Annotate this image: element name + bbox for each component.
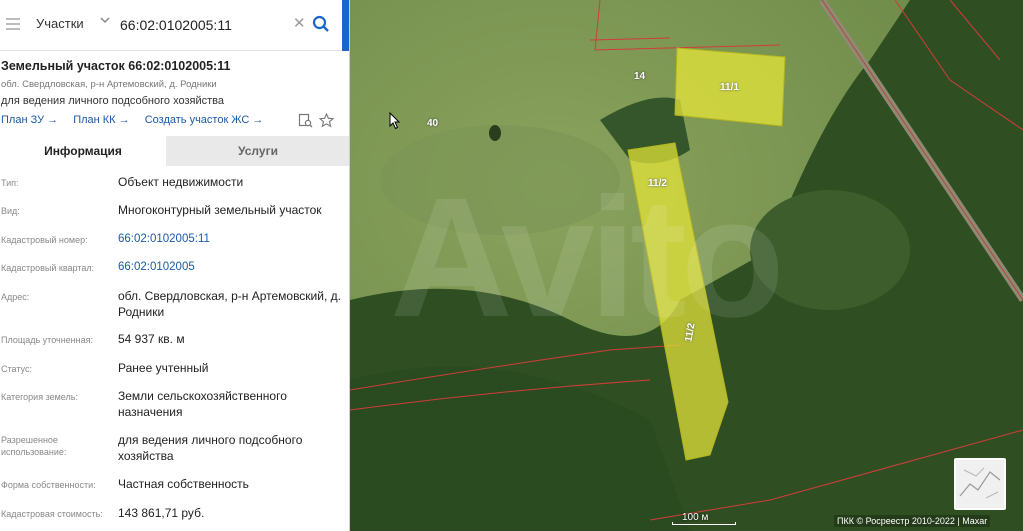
row-label-address: Адрес: [1, 292, 30, 302]
row-label-ownership: Форма собственности: [1, 480, 96, 490]
map-view[interactable]: Avito 11/1 11/2 11/2 14 40 100 м ПКК © Р… [350, 0, 1023, 531]
cursor-icon [389, 111, 401, 135]
minimap-thumbnail[interactable] [954, 458, 1006, 510]
print-search-icon[interactable] [298, 113, 313, 128]
map-ref-label: 14 [634, 71, 646, 82]
search-icon[interactable] [312, 15, 330, 33]
row-label-land-category: Категория земель: [1, 392, 78, 402]
chevron-down-icon[interactable] [99, 14, 111, 29]
row-value-permitted-use: для ведения личного подсобного хозяйства [118, 433, 303, 463]
row-value-land-category: Земли сельскохозяйственного назначения [118, 389, 287, 419]
row-label-cadastral-value: Кадастровая стоимость: [1, 509, 103, 519]
parcel-title: Земельный участок 66:02:0102005:11 [1, 59, 231, 73]
satellite-imagery [350, 0, 1023, 531]
row-value-cadastral-value: 143 861,71 руб. [118, 506, 205, 520]
close-icon[interactable]: ✕ [293, 14, 306, 32]
parcel-label: 11/2 [648, 178, 667, 189]
row-value-address: обл. Свердловская, р-н Артемовский, д. Р… [118, 289, 341, 319]
collapse-panel-button[interactable] [342, 0, 349, 51]
layer-select[interactable]: Участки [36, 16, 84, 31]
parcel-label: 11/1 [720, 82, 739, 93]
row-value-status: Ранее учтенный [118, 361, 209, 375]
row-value-cadastral-quarter[interactable]: 66:02:0102005 [118, 259, 343, 275]
search-input[interactable] [120, 13, 290, 37]
scale-bar: 100 м [672, 512, 736, 526]
create-zhs-link[interactable]: Создать участок ЖС → [145, 114, 264, 126]
scale-line [672, 522, 736, 525]
tab-services[interactable]: Услуги [166, 136, 349, 166]
row-value-cadastral-number[interactable]: 66:02:0102005:11 [118, 231, 343, 247]
search-bar: Участки ✕ [0, 0, 341, 51]
panel-tabs: Информация Услуги [0, 136, 349, 166]
row-label-status: Статус: [1, 364, 32, 374]
star-icon[interactable] [318, 112, 335, 128]
map-attribution[interactable]: ПКК © Росреестр 2010-2022 | Maxar [834, 515, 991, 527]
row-label-permitted-use: Разрешенное использование: [1, 435, 67, 457]
row-label-cadastral-quarter: Кадастровый квартал: [1, 263, 95, 273]
row-label-cadastral-number: Кадастровый номер: [1, 235, 88, 245]
parcel-purpose: для ведения личного подсобного хозяйства [1, 95, 224, 107]
info-panel: Участки ✕ Земельный участок 66:02:010200… [0, 0, 350, 531]
row-value-area: 54 937 кв. м [118, 332, 185, 346]
minimap-icon [956, 460, 1004, 508]
row-label-area: Площадь уточненная: [1, 335, 93, 345]
plan-zu-link[interactable]: План ЗУ → [1, 114, 58, 126]
row-label-kind: Вид: [1, 206, 20, 216]
row-value-type: Объект недвижимости [118, 175, 244, 189]
map-ref-label: 40 [427, 118, 439, 129]
parcel-address-short: обл. Свердловская, р-н Артемовский, д. Р… [1, 79, 217, 90]
row-label-type: Тип: [1, 178, 19, 188]
tab-info[interactable]: Информация [0, 136, 166, 166]
row-value-ownership: Частная собственность [118, 477, 249, 491]
row-value-kind: Многоконтурный земельный участок [118, 203, 322, 217]
parcel-links: План ЗУ → План КК → Создать участок ЖС → [1, 114, 275, 126]
menu-icon[interactable] [6, 18, 20, 30]
plan-kk-link[interactable]: План КК → [73, 114, 129, 126]
